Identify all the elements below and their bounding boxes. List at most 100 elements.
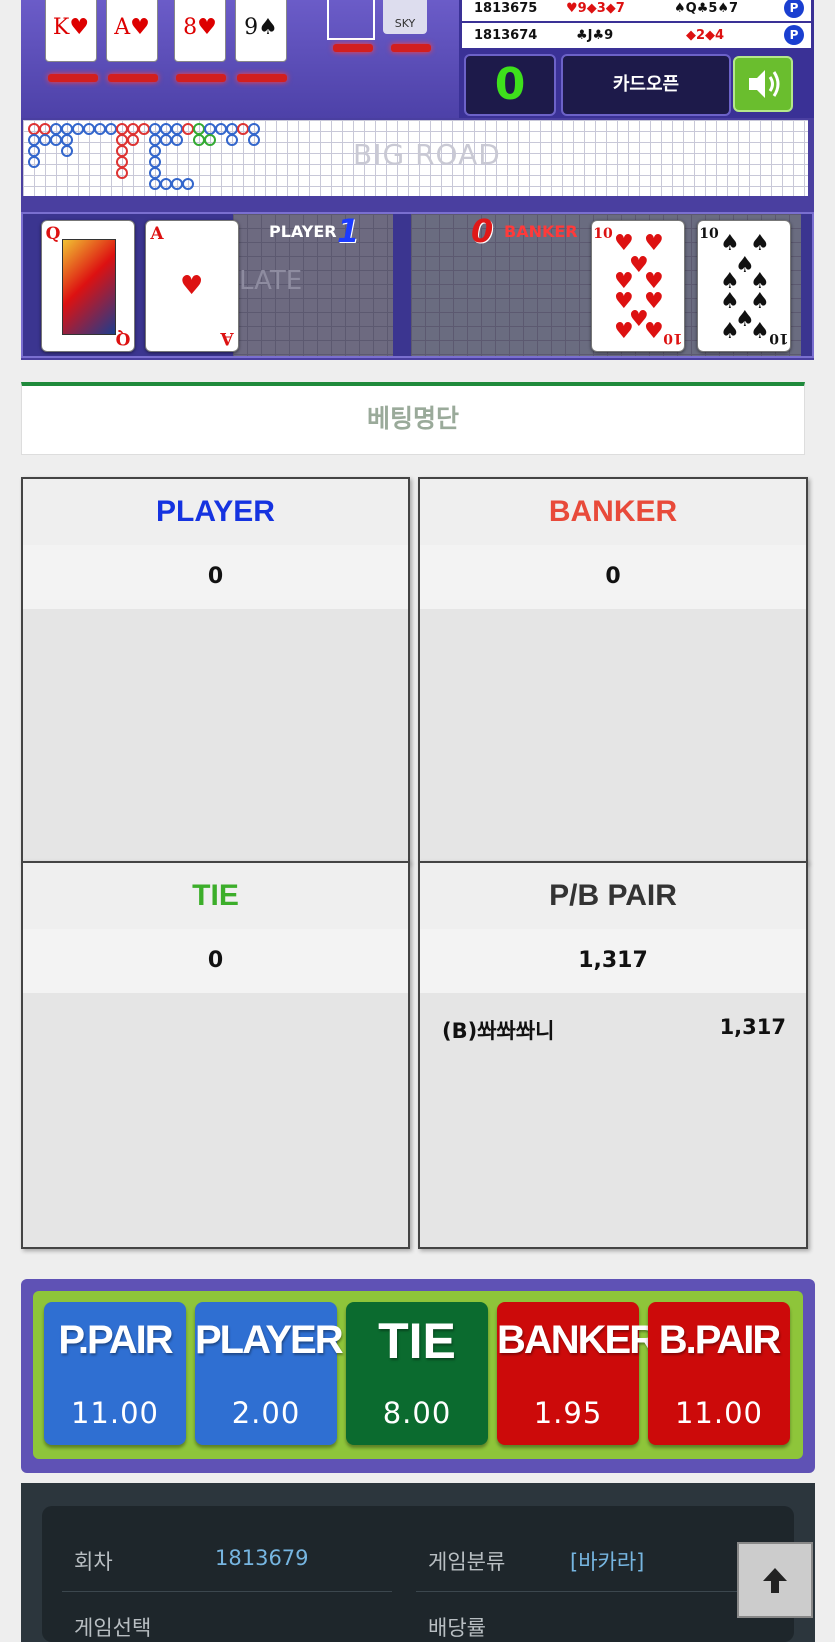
card-shoe: SKY [383, 0, 427, 34]
player-card: A ♥ A [145, 220, 239, 352]
road-marker [204, 134, 216, 146]
road-marker [248, 134, 260, 146]
road-marker [127, 134, 139, 146]
bet-odds: 2.00 [231, 1396, 301, 1430]
betting-list-title: 베팅명단 [21, 382, 805, 455]
road-marker [226, 134, 238, 146]
sound-toggle-button[interactable] [733, 56, 793, 112]
bet-bpair-button[interactable]: B.PAIR 11.00 [648, 1302, 790, 1445]
road-marker [171, 134, 183, 146]
queen-face-image [62, 239, 116, 335]
panel-title: PLAYER [23, 479, 408, 547]
card-rank: A [220, 328, 234, 348]
bet-banker-button[interactable]: BANKER 1.95 [497, 1302, 658, 1445]
card-slot [333, 44, 373, 52]
card-rank: 10 [663, 330, 683, 346]
history-row: 1813674 ♣J♣9 ◆2◆4 P [462, 23, 811, 48]
big-road-board: BIG ROAD [23, 120, 808, 196]
player-label: PLAYER [269, 222, 337, 241]
bet-odds: 1.95 [533, 1396, 603, 1430]
card-rank: A [150, 224, 164, 244]
bet-info-card: 회차 1813679 게임분류 [바카라] 게임선택 배당률 [42, 1506, 794, 1642]
card-pip: ♥ [180, 271, 204, 301]
table-card: K♥ [45, 0, 97, 62]
round-label: 회차 [74, 1550, 113, 1574]
tie-bets-panel: TIE 0 [21, 861, 410, 1249]
panel-total: 0 [23, 545, 408, 609]
card-rank: 10 [593, 226, 613, 242]
divider [62, 1591, 392, 1592]
bettor-name: (B)쏴쏴쏴니 [442, 1019, 555, 1043]
road-marker [116, 167, 128, 179]
bet-player-button[interactable]: PLAYER 2.00 [195, 1302, 344, 1445]
history-banker-cards: ♠Q♣5♠7 [674, 1, 739, 16]
road-marker [61, 145, 73, 157]
bet-name: BANKER [497, 1318, 658, 1362]
table-card: 9♠ [235, 0, 287, 62]
scroll-top-button[interactable] [737, 1542, 813, 1618]
big-road-label: BIG ROAD [353, 138, 501, 171]
game-select-label: 게임선택 [74, 1616, 152, 1640]
card-pip: ♥ [644, 319, 664, 344]
game-board: K♥ A♥ 8♥ 9♠ SKY 1813675 ♥9◆3◆7 ♠Q♣5♠7 P … [21, 0, 814, 360]
panel-title: TIE [23, 863, 408, 931]
bettor-amount: 1,317 [719, 1015, 786, 1039]
card-rank: Q [45, 224, 61, 244]
table-card: 8♥ [174, 0, 226, 62]
player-bets-panel: PLAYER 0 [21, 477, 410, 863]
card-rank: Q [115, 328, 131, 348]
card-pip: ♥ [614, 231, 634, 256]
banker-label: BANKER [504, 222, 578, 241]
table-card: A♥ [106, 0, 158, 62]
panel-total: 1,317 [420, 929, 806, 993]
history-row: 1813675 ♥9◆3◆7 ♠Q♣5♠7 P [462, 0, 811, 21]
plate-label: LATE [239, 266, 303, 296]
banker-score: 0 [471, 212, 494, 250]
bet-odds: 11.00 [674, 1396, 764, 1430]
bet-odds: 11.00 [70, 1396, 160, 1430]
empty-card-slot [327, 0, 375, 40]
bet-odds: 8.00 [382, 1396, 452, 1430]
speaker-icon [749, 70, 780, 98]
card-slot [108, 74, 158, 82]
bet-ppair-button[interactable]: P.PAIR 11.00 [44, 1302, 186, 1445]
road-marker [28, 156, 40, 168]
card-pip: ♠ [720, 319, 740, 344]
category-value: [바카라] [570, 1550, 645, 1574]
history-banker-cards: ◆2◆4 [686, 28, 725, 43]
road-marker [182, 178, 194, 190]
card-rank: 10 [699, 226, 719, 242]
card-rank: 10 [769, 330, 789, 346]
card-slot [48, 74, 98, 82]
banker-bets-panel: BANKER 0 [418, 477, 808, 863]
arrow-up-icon [763, 1568, 787, 1593]
card-pip: ♠ [720, 231, 740, 256]
player-card: Q Q [41, 220, 135, 352]
bet-name: PLAYER [195, 1318, 344, 1362]
banker-card: 10 ♠ ♠ ♠ ♠ ♠ ♠ ♠ ♠ ♠ ♠ 10 [697, 220, 791, 352]
history-result-badge: P [784, 0, 804, 18]
deal-panel: LATE Q Q A ♥ A PLAYER 1 0 BANKER 10 ♥ ♥ ♥ ♥… [21, 212, 814, 358]
card-slot [176, 74, 226, 82]
history-round: 1813674 [474, 28, 538, 43]
panel-total: 0 [420, 545, 806, 609]
round-history: 1813675 ♥9◆3◆7 ♠Q♣5♠7 P 1813674 ♣J♣9 ◆2◆… [459, 0, 814, 118]
panel-title: BANKER [420, 479, 806, 547]
card-open-button[interactable]: 카드오픈 [561, 54, 731, 116]
history-result-badge: P [784, 25, 804, 45]
panel-title: P/B PAIR [420, 863, 806, 931]
card-table: K♥ A♥ 8♥ 9♠ SKY [21, 0, 459, 118]
player-score: 1 [337, 212, 360, 250]
panel-total: 0 [23, 929, 408, 993]
round-value: 1813679 [215, 1546, 309, 1570]
history-player-cards: ♥9◆3◆7 [566, 1, 625, 16]
pair-bets-panel: P/B PAIR 1,317 (B)쏴쏴쏴니 1,317 [418, 861, 808, 1249]
history-round: 1813675 [474, 1, 538, 16]
bet-tie-button[interactable]: TIE 8.00 [346, 1302, 488, 1445]
banker-card: 10 ♥ ♥ ♥ ♥ ♥ ♥ ♥ ♥ ♥ ♥ 10 [591, 220, 685, 352]
divider [416, 1591, 746, 1592]
card-slot [237, 74, 287, 82]
bet-name: P.PAIR [58, 1318, 173, 1362]
payout-rate-label: 배당률 [428, 1616, 486, 1640]
bet-name: TIE [378, 1313, 456, 1369]
